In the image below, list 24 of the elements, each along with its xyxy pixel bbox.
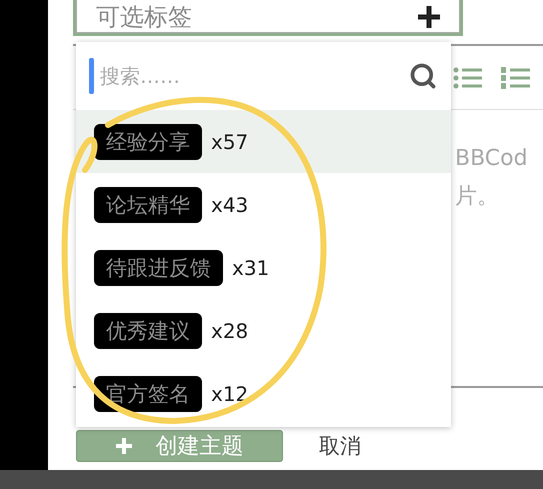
plus-icon[interactable] <box>418 6 440 28</box>
search-icon[interactable] <box>409 62 437 90</box>
tag-count: x28 <box>211 318 248 342</box>
editor-text: 片。 <box>455 183 500 211</box>
plus-icon <box>116 438 132 454</box>
cancel-link[interactable]: 取消 <box>319 432 361 460</box>
tag-option[interactable]: 待跟进反馈 x31 <box>76 236 451 299</box>
tag-label: 论坛精华 <box>94 186 202 222</box>
tag-option[interactable]: 经验分享 x57 <box>76 110 451 173</box>
tag-count: x31 <box>232 256 270 280</box>
tag-label: 待跟进反馈 <box>94 250 223 286</box>
tag-count: x12 <box>211 382 248 406</box>
tag-label: 经验分享 <box>94 124 202 160</box>
tag-option[interactable]: 论坛精华 x43 <box>76 173 451 236</box>
tag-option[interactable]: 官方签名 x12 <box>76 362 451 425</box>
search-field[interactable]: 搜索…… <box>98 63 405 89</box>
tag-count: x57 <box>211 130 248 154</box>
tag-label: 官方签名 <box>94 376 202 412</box>
tag-label: 优秀建议 <box>94 312 202 348</box>
editor-text: BBCod <box>455 145 529 173</box>
text-cursor <box>89 58 94 94</box>
tag-option[interactable]: 优秀建议 x28 <box>76 299 451 362</box>
bullet-list-icon[interactable] <box>453 66 483 88</box>
tag-count: x43 <box>211 192 248 216</box>
